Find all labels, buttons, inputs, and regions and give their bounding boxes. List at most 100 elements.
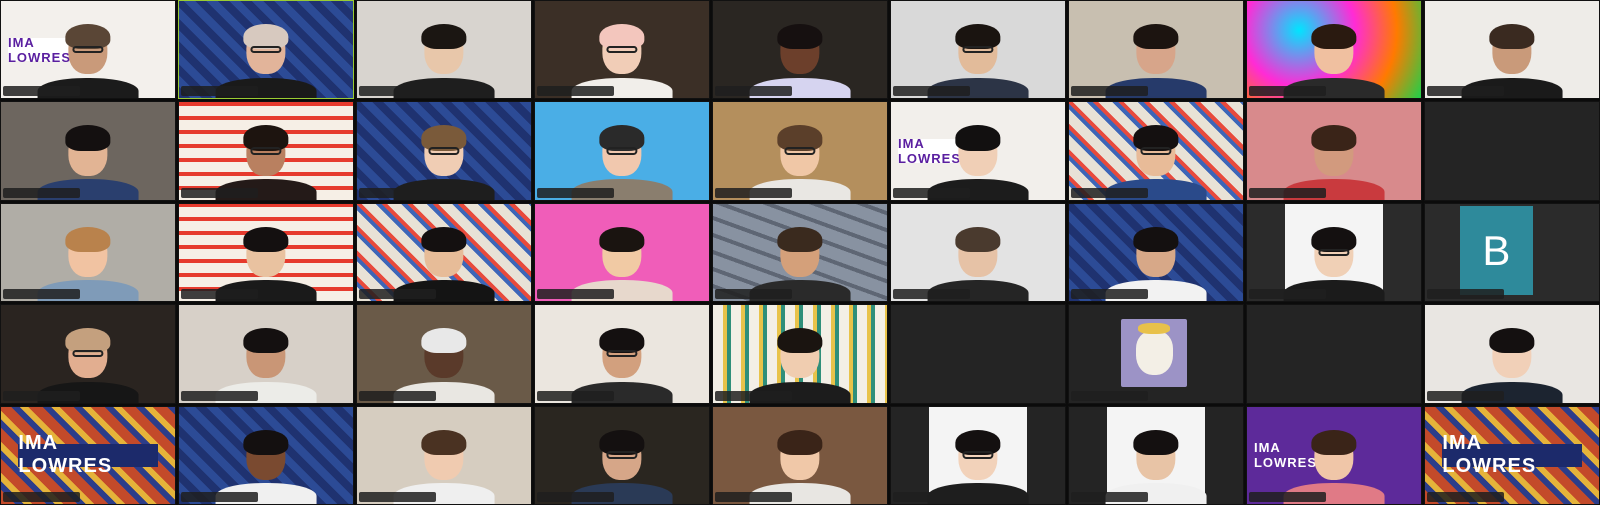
participant-name-label [715,289,792,300]
video-tile[interactable] [534,101,710,201]
glasses-icon [606,45,638,54]
glasses-icon [962,45,994,54]
video-tile[interactable] [0,304,176,404]
participant-name-label [1427,86,1504,97]
video-tile[interactable] [1068,405,1244,505]
participant-name-label [893,492,970,502]
video-tile[interactable] [890,304,1066,404]
video-tile[interactable] [0,101,176,201]
participant-hair [955,125,1001,151]
participant-name-label [181,289,258,300]
participant-hair [421,328,467,354]
participant-name-label [715,86,792,97]
video-tile[interactable] [178,405,354,505]
glasses-icon [250,45,282,54]
participant-hair [777,23,823,50]
video-tile[interactable] [712,304,888,404]
participant-name-label [3,492,80,502]
participant-hair [243,226,289,252]
video-tile[interactable] [356,304,532,404]
participant-name-label [3,187,80,198]
participant-name-label [181,492,258,502]
participant-name-label [359,289,436,300]
participant-name-label [1427,390,1504,401]
glasses-icon [72,349,104,358]
video-tile[interactable]: IMA LOWRES [0,405,176,505]
video-tile[interactable] [1246,304,1422,404]
participant-hair [1133,226,1179,252]
participant-name-label [537,86,614,97]
video-tile[interactable] [356,405,532,505]
participant-name-label [1249,187,1326,198]
participant-name-label [1071,289,1148,300]
participant-name-label [537,492,614,502]
lowres-logo: IMA LOWRES [1442,432,1582,477]
participant-name-label [893,289,970,300]
video-tile[interactable] [534,202,710,303]
video-tile[interactable] [712,0,888,100]
participant-name-label [1071,390,1148,401]
video-tile[interactable] [178,101,354,201]
video-tile[interactable] [1068,0,1244,100]
video-tile[interactable] [890,202,1066,303]
video-tile[interactable] [1068,101,1244,201]
flower-crown [1138,322,1171,334]
participant-name-label [359,492,436,502]
participant-hair [243,429,289,455]
video-tile[interactable] [1068,202,1244,303]
video-tile[interactable] [1246,101,1422,201]
video-tile[interactable] [1424,0,1600,100]
video-tile[interactable] [534,405,710,505]
participant-name-label [893,187,970,198]
participant-hair [1133,23,1179,50]
video-tile[interactable] [890,0,1066,100]
participant-hair [421,226,467,252]
video-tile[interactable] [1424,304,1600,404]
video-tile[interactable] [178,202,354,303]
video-tile[interactable] [1068,304,1244,404]
participant-name-label [715,187,792,198]
participant-hair [777,429,823,455]
glasses-icon [784,147,816,155]
video-tile[interactable]: IMA LOWRES [0,0,176,100]
video-tile[interactable] [534,0,710,100]
video-tile[interactable]: IMA LOWRES [1246,405,1422,505]
participant-name-label [1249,492,1326,502]
participant-name-label [359,86,436,97]
video-tile[interactable]: IMA LOWRES [890,101,1066,201]
participant-hair [599,226,645,252]
participant-name-label [3,289,80,300]
video-tile[interactable] [534,304,710,404]
video-tile[interactable] [1424,101,1600,201]
participant-name-label [537,390,614,401]
participant-name-label [893,86,970,97]
video-tile[interactable] [356,202,532,303]
participant-name-label [1427,492,1504,502]
participant-name-label [3,86,80,97]
participant-hair [777,226,823,252]
video-tile[interactable] [356,0,532,100]
gallery-grid: IMA LOWRES IMA LOWRES B IMA LOWRES IMA LOWRE… [0,0,1600,505]
participant-hair [421,23,467,50]
video-tile[interactable]: B [1424,202,1600,303]
video-tile[interactable] [1246,0,1422,100]
video-tile[interactable] [178,0,354,100]
video-tile[interactable] [712,405,888,505]
video-tile[interactable] [0,202,176,303]
participant-name-label [359,187,436,198]
video-tile[interactable] [712,101,888,201]
video-tile[interactable] [890,405,1066,505]
video-tile[interactable]: IMA LOWRES [1424,405,1600,505]
participant-name-label [1249,86,1326,97]
video-tile[interactable] [712,202,888,303]
video-tile[interactable] [356,101,532,201]
participant-hair [1311,429,1357,455]
video-tile[interactable] [1246,202,1422,303]
participant-name-label [715,492,792,502]
participant-name-label [181,86,258,97]
glasses-icon [606,349,638,358]
dog-face [1135,331,1173,375]
participant-name-label [537,187,614,198]
video-tile[interactable] [178,304,354,404]
glasses-icon [250,147,282,155]
